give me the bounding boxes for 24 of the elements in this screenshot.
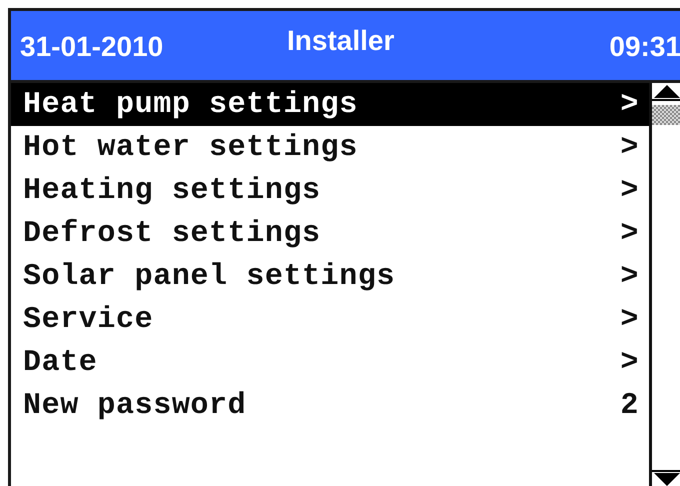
- menu-value: 2: [620, 388, 639, 422]
- menu-label: New password: [23, 388, 246, 422]
- menu-label: Solar panel settings: [23, 260, 396, 294]
- menu-label: Hot water settings: [23, 130, 358, 164]
- menu-label: Service: [23, 302, 154, 336]
- menu-value: >: [620, 130, 639, 164]
- menu-item[interactable]: Heat pump settings >: [11, 83, 649, 126]
- menu-label: Defrost settings: [23, 216, 321, 250]
- screen-title: Installer: [287, 25, 394, 57]
- time-label: 09:31: [609, 31, 680, 63]
- menu-value: >: [620, 260, 639, 294]
- menu-value: >: [620, 216, 639, 250]
- menu-label: Heat pump settings: [23, 88, 358, 122]
- scrollbar[interactable]: [649, 83, 680, 486]
- menu-value: >: [620, 88, 639, 122]
- menu-label: Heating settings: [23, 174, 321, 208]
- menu-value: >: [620, 302, 639, 336]
- menu-value: >: [620, 174, 639, 208]
- scroll-thumb[interactable]: [652, 105, 680, 125]
- scroll-down-icon[interactable]: [652, 470, 680, 486]
- menu-value: >: [620, 346, 639, 380]
- date-label: 31-01-2010: [20, 31, 164, 63]
- menu-label: Date: [23, 346, 98, 380]
- scroll-up-icon[interactable]: [652, 83, 680, 101]
